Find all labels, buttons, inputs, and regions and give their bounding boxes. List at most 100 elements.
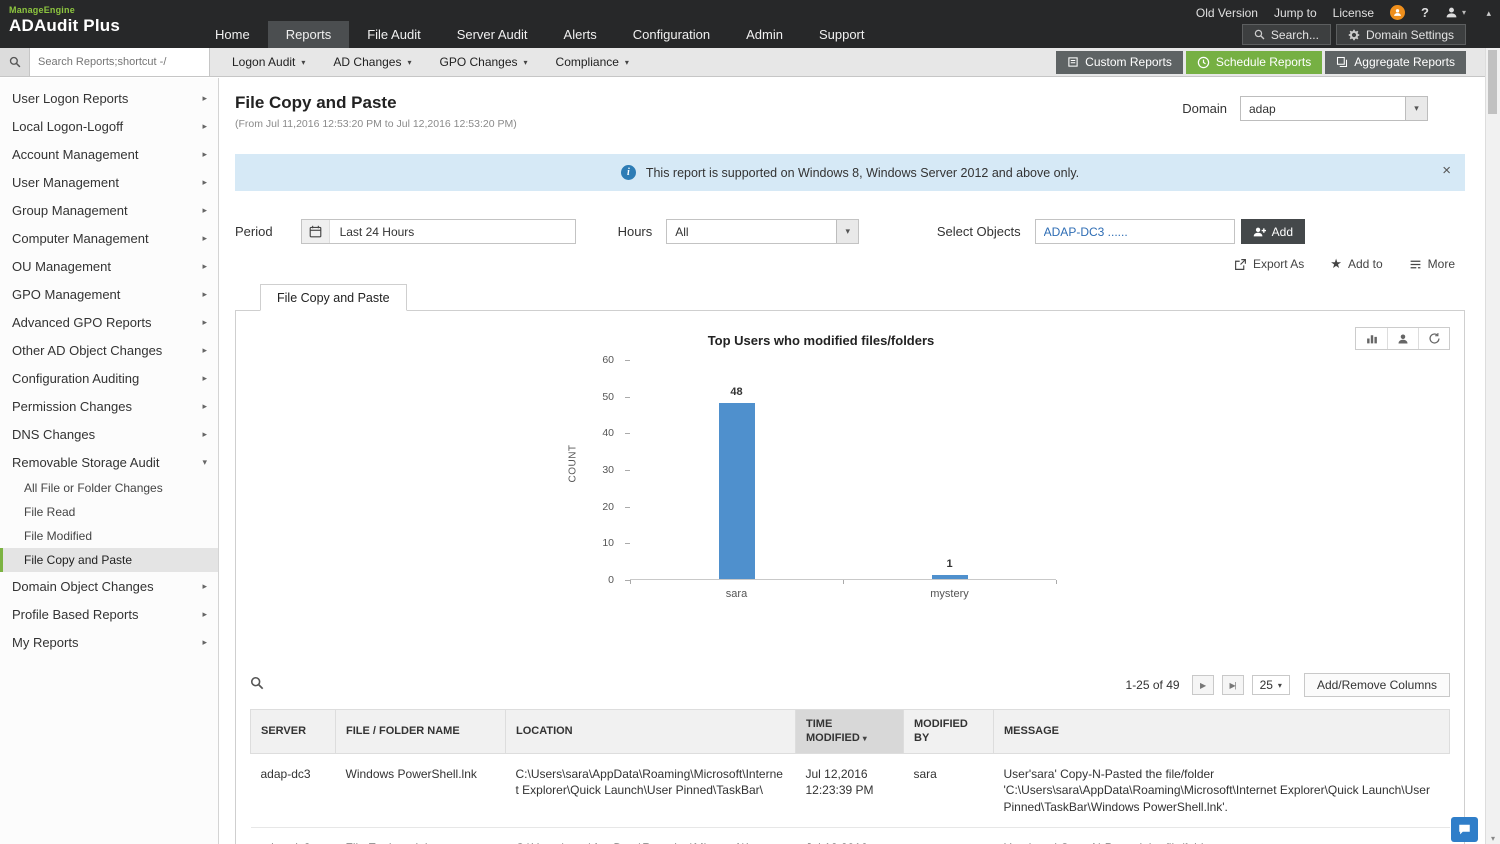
page-header: File Copy and Paste (From Jul 11,2016 12… [235,93,1465,130]
sidebar-item-other-ad-object-changes[interactable]: Other AD Object Changes ▸ [0,336,218,364]
page-size-select[interactable]: 25 ▾ [1251,675,1290,695]
report-search-input[interactable] [30,48,210,76]
nav-support[interactable]: Support [801,21,883,48]
chevron-down-icon: ▾ [407,57,412,67]
column-header-file-folder-name[interactable]: FILE / FOLDER NAME [335,709,506,754]
column-header-server[interactable]: SERVER [250,709,336,754]
hours-select[interactable]: All ▾ [666,219,860,244]
cell-time-modified: Jul 12,2016 12:23:39 PM [795,827,904,844]
table-search-icon[interactable] [250,676,264,695]
select-objects-input[interactable] [1034,219,1235,244]
tab-file-copy-and-paste[interactable]: File Copy and Paste [260,284,407,311]
chart-type-icon[interactable] [1356,328,1387,349]
collapse-header-icon[interactable]: ▴ [1486,8,1491,19]
page-scrollbar[interactable]: ▾ [1485,48,1500,844]
nav-admin[interactable]: Admin [728,21,801,48]
sidebar-item-domain-object-changes[interactable]: Domain Object Changes ▸ [0,572,218,600]
sidebar-item-my-reports[interactable]: My Reports ▸ [0,628,218,656]
y-tick-label: 0 [608,574,614,586]
sidebar-item-computer-management[interactable]: Computer Management ▸ [0,224,218,252]
sidebar-item-dns-changes[interactable]: DNS Changes ▸ [0,420,218,448]
sidebar-item-advanced-gpo-reports[interactable]: Advanced GPO Reports ▸ [0,308,218,336]
sidebar-item-ou-management[interactable]: OU Management ▸ [0,252,218,280]
y-tick-label: 20 [602,500,614,513]
column-header-time-modified[interactable]: TIME MODIFIED ▾ [795,709,904,754]
user-menu[interactable]: ▾ [1445,6,1466,19]
nav-home[interactable]: Home [197,21,268,48]
schedule-reports-label: Schedule Reports [1215,55,1312,69]
sidebar-item-removable-storage-audit[interactable]: Removable Storage Audit ▾ [0,448,218,476]
chevron-down-icon: ▾ [202,456,207,467]
nav-reports[interactable]: Reports [267,21,350,48]
y-tick-mark [625,470,630,471]
nav-configuration[interactable]: Configuration [615,21,728,48]
chart: Top Users who modified files/folders COU… [568,333,1057,615]
chart-toolbar [1355,327,1450,350]
search-button-label: Search... [1270,27,1319,42]
nav-server-audit[interactable]: Server Audit [439,21,546,48]
sidebar-item-local-logon-logoff[interactable]: Local Logon-Logoff ▸ [0,112,218,140]
more-link[interactable]: More [1409,257,1455,271]
sidebar-item-user-logon-reports[interactable]: User Logon Reports ▸ [0,84,218,112]
custom-reports-button[interactable]: Custom Reports [1056,50,1183,74]
sort-desc-icon: ▾ [862,734,867,744]
user-filter-icon[interactable] [1387,328,1418,349]
aggregate-reports-button[interactable]: Aggregate Reports [1325,50,1466,74]
sidebar-item-profile-based-reports[interactable]: Profile Based Reports ▸ [0,600,218,628]
nav-alerts[interactable]: Alerts [546,21,615,48]
nav-file-audit[interactable]: File Audit [349,21,438,48]
sidebar-item-configuration-auditing[interactable]: Configuration Auditing ▸ [0,364,218,392]
add-to-link[interactable]: ★ Add to [1330,256,1382,272]
more-label: More [1427,257,1455,271]
cell-modified-by: sara [903,827,994,844]
toplink-license[interactable]: License [1333,6,1374,20]
refresh-icon[interactable] [1418,328,1449,349]
schedule-reports-button[interactable]: Schedule Reports [1185,50,1323,74]
menu-compliance[interactable]: Compliance ▾ [542,48,643,76]
scrollbar-thumb[interactable] [1488,50,1497,114]
search-button[interactable]: Search... [1241,24,1331,45]
next-page-button[interactable]: ▶ [1191,675,1214,695]
close-icon[interactable]: × [1442,163,1451,178]
export-as-link[interactable]: Export As [1234,257,1304,271]
sidebar-subitem-file-modified[interactable]: File Modified [0,524,218,548]
bar-value-label: 1 [946,558,953,571]
column-header-message[interactable]: MESSAGE [993,709,1450,754]
calendar-icon[interactable] [301,220,330,243]
cell-file-folder-name: Windows PowerShell.lnk [335,753,506,829]
chevron-right-icon: ▸ [202,316,207,327]
sidebar-item-permission-changes[interactable]: Permission Changes ▸ [0,392,218,420]
scroll-down-icon[interactable]: ▾ [1486,834,1500,843]
column-header-location[interactable]: LOCATION [505,709,796,754]
feedback-icon[interactable] [1390,5,1406,20]
toplink-old-version[interactable]: Old Version [1196,6,1258,20]
sidebar-subitem-file-read[interactable]: File Read [0,500,218,524]
period-label: Period [235,224,273,239]
chevron-down-icon: ▾ [301,57,306,67]
column-header-modified-by[interactable]: MODIFIED BY [903,709,994,754]
sidebar-item-label: DNS Changes [12,426,96,442]
menu-logon-audit[interactable]: Logon Audit ▾ [218,48,319,76]
sidebar-item-account-management[interactable]: Account Management ▸ [0,140,218,168]
chat-support-button[interactable] [1451,817,1478,842]
last-page-button[interactable]: ▶| [1221,675,1244,695]
sidebar-item-label: Group Management [12,202,128,218]
chart-bar[interactable] [718,403,755,579]
sidebar-item-gpo-management[interactable]: GPO Management ▸ [0,280,218,308]
domain-settings-button[interactable]: Domain Settings [1335,24,1466,45]
sidebar-subitem-all-file-or-folder-changes[interactable]: All File or Folder Changes [0,476,218,500]
menu-ad-changes[interactable]: AD Changes ▾ [319,48,425,76]
toplink-jump-to[interactable]: Jump to [1274,6,1317,20]
domain-select[interactable]: adap ▾ [1240,96,1428,121]
help-icon[interactable]: ? [1421,5,1429,20]
chart-bar[interactable] [931,575,968,579]
menu-gpo-changes[interactable]: GPO Changes ▾ [425,48,541,76]
sidebar-subitem-file-copy-and-paste[interactable]: File Copy and Paste [0,548,218,572]
add-remove-columns-button[interactable]: Add/Remove Columns [1303,673,1450,697]
period-input[interactable]: Last 24 Hours [300,219,576,244]
sidebar-item-user-management[interactable]: User Management ▸ [0,168,218,196]
chevron-down-icon: ▾ [523,57,528,67]
sidebar-item-group-management[interactable]: Group Management ▸ [0,196,218,224]
add-button[interactable]: Add [1240,219,1305,244]
report-search-icon[interactable] [0,48,30,76]
